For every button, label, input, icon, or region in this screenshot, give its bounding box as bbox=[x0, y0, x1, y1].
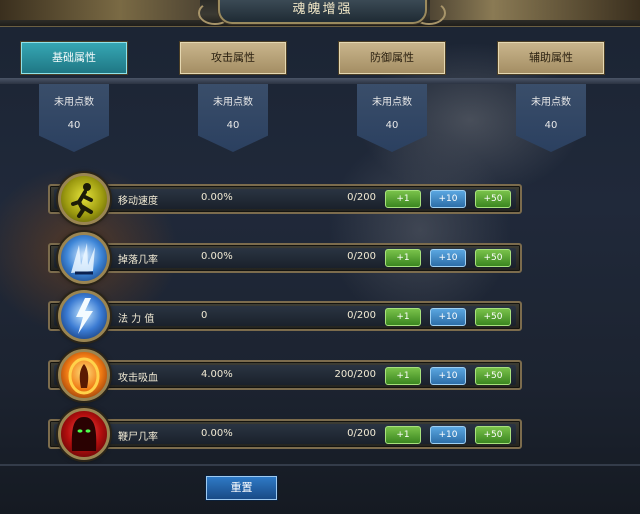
window-title: 魂魄增强 bbox=[218, 0, 427, 24]
attribute-points: 0/200 bbox=[347, 251, 376, 262]
attribute-name: 掉落几率 bbox=[118, 255, 158, 266]
unused-points-banner: 未用点数 40 bbox=[198, 84, 268, 152]
add-10-button[interactable]: +10 bbox=[430, 190, 466, 208]
running-figure-icon bbox=[58, 173, 110, 225]
frame-ornament-left bbox=[0, 0, 200, 20]
attribute-percent: 0.00% bbox=[201, 428, 233, 439]
tab-attack-attributes[interactable]: 攻击属性 bbox=[180, 42, 286, 74]
attribute-percent: 4.00% bbox=[201, 369, 233, 380]
add-1-button[interactable]: +1 bbox=[385, 367, 421, 385]
attribute-name: 攻击吸血 bbox=[118, 373, 158, 384]
add-10-button[interactable]: +10 bbox=[430, 249, 466, 267]
unused-points-label: 未用点数 bbox=[372, 97, 412, 108]
add-10-button[interactable]: +10 bbox=[430, 426, 466, 444]
add-50-button[interactable]: +50 bbox=[475, 190, 511, 208]
tab-basic-attributes[interactable]: 基础属性 bbox=[21, 42, 127, 74]
frame-ornament-right bbox=[430, 0, 640, 20]
unused-points-banner: 未用点数 40 bbox=[516, 84, 586, 152]
unused-points-value: 40 bbox=[67, 120, 81, 131]
add-50-button[interactable]: +50 bbox=[475, 308, 511, 326]
attribute-percent: 0 bbox=[201, 310, 208, 321]
unused-points-label: 未用点数 bbox=[54, 97, 94, 108]
ice-claw-icon bbox=[58, 232, 110, 284]
unused-points-label: 未用点数 bbox=[531, 97, 571, 108]
tab-defense-attributes[interactable]: 防御属性 bbox=[339, 42, 445, 74]
add-50-button[interactable]: +50 bbox=[475, 367, 511, 385]
attribute-percent: 0.00% bbox=[201, 192, 233, 203]
fire-warrior-icon bbox=[58, 349, 110, 401]
unused-points-banner: 未用点数 40 bbox=[357, 84, 427, 152]
attribute-name: 移动速度 bbox=[118, 196, 158, 207]
add-1-button[interactable]: +1 bbox=[385, 249, 421, 267]
unused-points-label: 未用点数 bbox=[213, 97, 253, 108]
attribute-points: 200/200 bbox=[334, 369, 376, 380]
attribute-points: 0/200 bbox=[347, 192, 376, 203]
soul-enhance-panel: 魂魄增强 基础属性 攻击属性 防御属性 辅助属性 未用点数 40 未用点数 40… bbox=[0, 0, 640, 514]
footer-divider bbox=[0, 464, 640, 466]
attribute-name: 法 力 值 bbox=[118, 314, 155, 325]
unused-points-value: 40 bbox=[226, 120, 240, 131]
add-50-button[interactable]: +50 bbox=[475, 426, 511, 444]
add-1-button[interactable]: +1 bbox=[385, 426, 421, 444]
attribute-name: 鞭尸几率 bbox=[118, 432, 158, 443]
attribute-percent: 0.00% bbox=[201, 251, 233, 262]
add-50-button[interactable]: +50 bbox=[475, 249, 511, 267]
add-10-button[interactable]: +10 bbox=[430, 308, 466, 326]
tab-divider bbox=[0, 78, 640, 84]
attribute-points: 0/200 bbox=[347, 310, 376, 321]
hooded-reaper-icon bbox=[58, 408, 110, 460]
add-10-button[interactable]: +10 bbox=[430, 367, 466, 385]
unused-points-banner: 未用点数 40 bbox=[39, 84, 109, 152]
reset-button[interactable]: 重置 bbox=[206, 476, 277, 500]
tab-support-attributes[interactable]: 辅助属性 bbox=[498, 42, 604, 74]
attribute-points: 0/200 bbox=[347, 428, 376, 439]
add-1-button[interactable]: +1 bbox=[385, 308, 421, 326]
unused-points-value: 40 bbox=[544, 120, 558, 131]
add-1-button[interactable]: +1 bbox=[385, 190, 421, 208]
unused-points-value: 40 bbox=[385, 120, 399, 131]
lightning-icon bbox=[58, 290, 110, 342]
